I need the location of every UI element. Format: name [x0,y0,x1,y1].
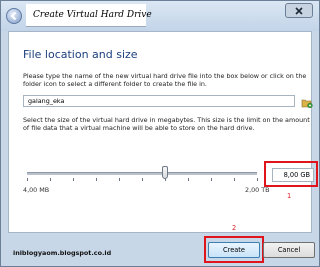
size-description: Select the size of the virtual hard driv… [23,116,310,132]
annotation-box-1 [264,161,318,187]
slider-tick [119,178,120,181]
back-arrow-icon [10,11,17,21]
folder-icon [301,99,313,109]
annotation-number-2: 2 [232,224,237,232]
choose-folder-button[interactable] [301,94,313,109]
window-title: Create Virtual Hard Drive [33,10,152,20]
slider-tick [73,178,74,181]
close-button[interactable] [285,3,313,18]
min-size-label: 4,00 MB [23,186,50,194]
location-description: Please type the name of the new virtual … [23,72,307,88]
slider-tick [257,178,258,181]
size-slider-thumb[interactable] [162,166,168,179]
page-title: File location and size [23,48,138,61]
watermark-text: inibIogyaom.blogspot.co.id [13,249,112,257]
slider-tick [211,178,212,181]
size-slider-track[interactable] [27,172,257,175]
title-bar: Create Virtual Hard Drive [1,1,319,31]
annotation-number-1: 1 [287,192,292,200]
create-button[interactable]: Create [208,242,260,258]
back-button[interactable] [6,8,22,24]
slider-tick [142,178,143,181]
slider-tick [96,178,97,181]
content-panel: File location and size Please type the n… [8,31,313,233]
file-name-input[interactable] [23,95,295,107]
close-icon [295,6,303,15]
slider-tick [27,178,28,181]
cancel-button[interactable]: Cancel [263,242,315,258]
slider-tick [188,178,189,181]
max-size-label: 2,00 TB [245,186,270,194]
slider-tick [50,178,51,181]
slider-tick [234,178,235,181]
dialog-window: Create Virtual Hard Drive File location … [0,0,320,267]
